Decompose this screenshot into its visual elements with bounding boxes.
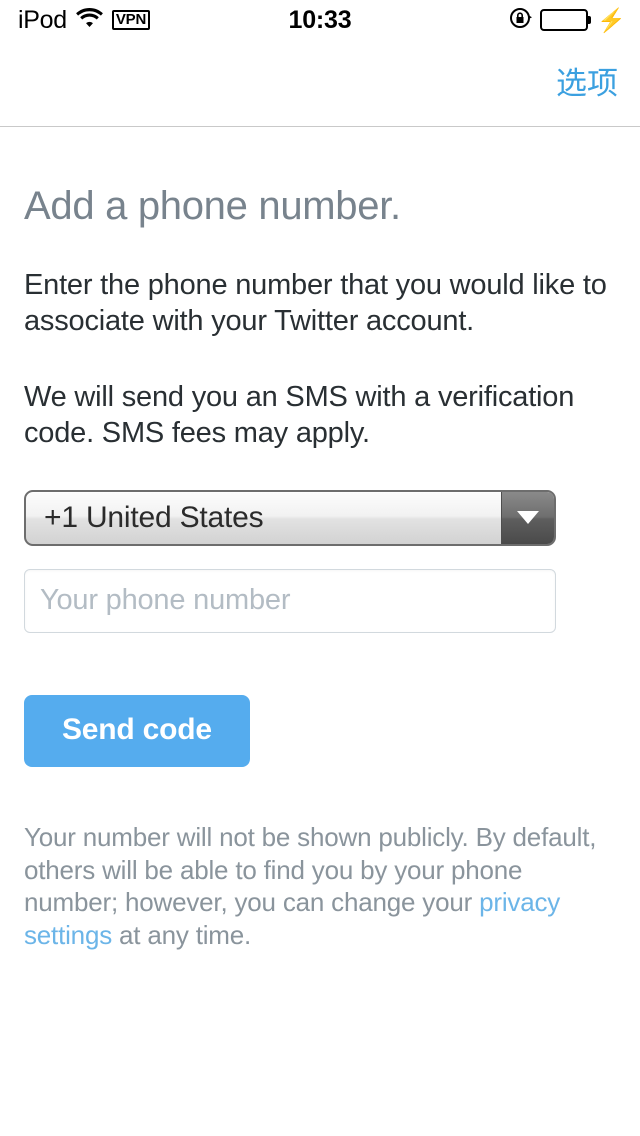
- vpn-badge: VPN: [111, 9, 151, 31]
- disclaimer-text-after: at any time.: [112, 920, 252, 951]
- status-bar-left: iPod VPN: [18, 5, 151, 34]
- lightning-bolt-icon: ⚡: [597, 6, 626, 33]
- privacy-disclaimer: Your number will not be shown publicly. …: [24, 767, 616, 952]
- page-title: Add a phone number.: [24, 184, 401, 228]
- send-code-button[interactable]: Send code: [24, 694, 250, 767]
- status-bar-right: ⚡: [509, 6, 626, 35]
- carrier-label: iPod: [18, 5, 67, 34]
- main-content: Add a phone number. Enter the phone numb…: [0, 127, 640, 952]
- phone-number-input[interactable]: [24, 568, 556, 633]
- battery-icon: [540, 9, 592, 31]
- chevron-down-icon[interactable]: [501, 491, 554, 544]
- nav-bar: 选项: [0, 40, 640, 127]
- options-button[interactable]: 选项: [556, 68, 618, 99]
- sms-paragraph: We will send you an SMS with a verificat…: [24, 380, 575, 449]
- country-code-select[interactable]: +1 United States: [24, 489, 556, 546]
- status-bar: iPod VPN 10:33 ⚡: [0, 0, 640, 40]
- rotation-lock-icon: [509, 6, 533, 35]
- wifi-icon: [75, 7, 103, 32]
- country-code-selected-value: +1 United States: [44, 500, 264, 534]
- intro-paragraph: Enter the phone number that you would li…: [24, 269, 607, 337]
